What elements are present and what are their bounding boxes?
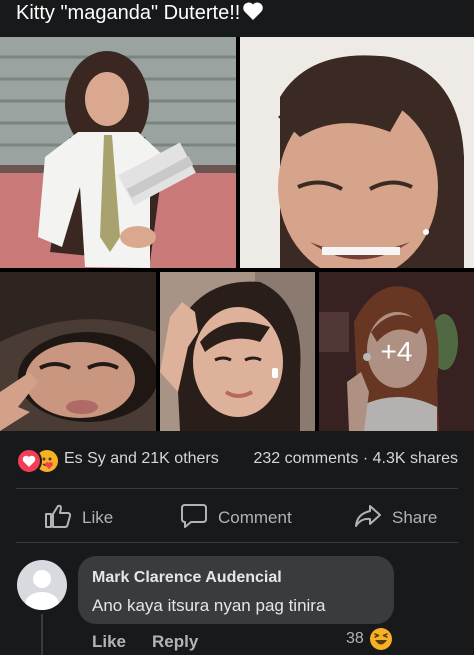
share-arrow-icon — [354, 503, 392, 534]
comment-bubble-icon — [180, 503, 218, 534]
comments-shares-summary: 232 comments · 4.3K shares — [253, 450, 458, 468]
comment-reaction[interactable]: 38 — [346, 628, 392, 650]
post-actions: Like Comment Share — [0, 496, 474, 540]
comment-button-label: Comment — [218, 508, 292, 527]
reaction-stats: Es Sy and 21K others 232 comments · 4.3K… — [0, 440, 474, 478]
photo-4[interactable] — [160, 272, 315, 431]
reaction-icons[interactable] — [16, 448, 60, 474]
comment-text: Ano kaya itsura nyan pag tinira — [92, 596, 326, 615]
photo-gallery: +4 — [0, 37, 474, 431]
comment-reaction-count: 38 — [346, 630, 364, 647]
thread-line — [41, 614, 43, 655]
likes-summary[interactable]: Es Sy and 21K others — [64, 450, 219, 468]
photo-1[interactable] — [0, 37, 236, 268]
photo-5-more[interactable]: +4 — [319, 272, 474, 431]
comment-bubble[interactable]: Mark Clarence Audencial Ano kaya itsura … — [78, 556, 394, 624]
comment-button[interactable]: Comment — [180, 500, 292, 536]
comments-count[interactable]: 232 comments — [253, 450, 358, 467]
photo-3[interactable] — [0, 272, 156, 431]
like-button-label: Like — [82, 508, 114, 527]
avatar[interactable] — [17, 560, 67, 610]
comment-reply-button[interactable]: Reply — [152, 632, 198, 651]
photo-2[interactable] — [240, 37, 474, 268]
post-caption-text: Kitty "maganda" Duterte!! — [16, 2, 241, 24]
comment: Mark Clarence Audencial Ano kaya itsura … — [0, 552, 474, 655]
share-button-label: Share — [392, 508, 438, 527]
love-reaction-icon — [16, 448, 42, 474]
share-button[interactable]: Share — [354, 500, 437, 536]
comment-actions: Like Reply — [92, 632, 198, 652]
laughing-emoji-icon — [369, 628, 392, 650]
thumbs-up-icon — [44, 503, 82, 534]
stats-separator: · — [362, 450, 369, 467]
more-photos-count: +4 — [319, 272, 474, 431]
divider — [16, 542, 458, 543]
shares-count[interactable]: 4.3K shares — [373, 450, 458, 467]
divider — [16, 488, 458, 489]
white-heart-icon — [242, 1, 264, 28]
post-caption: Kitty "maganda" Duterte!! — [16, 0, 456, 32]
comment-author[interactable]: Mark Clarence Audencial — [92, 569, 282, 587]
like-button[interactable]: Like — [44, 500, 113, 536]
comment-like-button[interactable]: Like — [92, 632, 126, 651]
